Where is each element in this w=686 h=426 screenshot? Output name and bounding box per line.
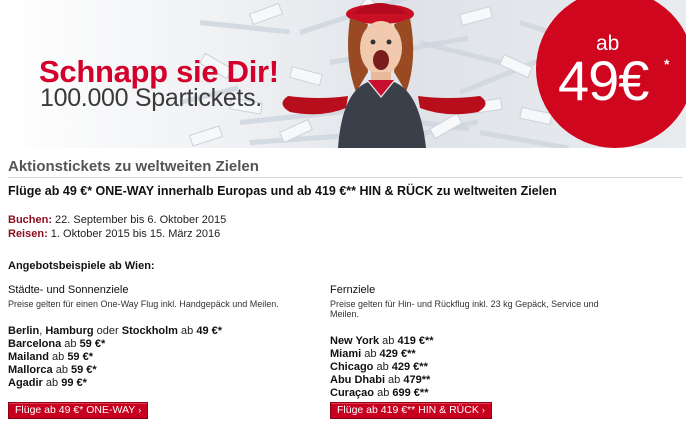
column-title: Fernziele xyxy=(330,284,376,296)
travel-period: Reisen: 1. Oktober 2015 bis 15. März 201… xyxy=(8,227,226,241)
button-label: Flüge ab 419 €** HIN & RÜCK xyxy=(337,404,479,416)
travel-value: 1. Oktober 2015 bis 15. März 2016 xyxy=(47,228,221,240)
offer-item[interactable]: Barcelona ab 59 €* xyxy=(8,338,308,351)
ab-text: ab xyxy=(379,335,398,347)
price-badge: ab 49€ * xyxy=(536,0,686,148)
ab-text: ab xyxy=(61,338,80,350)
offer-price: 429 €** xyxy=(391,361,428,373)
destination-city: Hamburg xyxy=(45,325,94,337)
button-label: Flüge ab 49 €* ONE-WAY xyxy=(15,404,136,416)
ab-text: ab xyxy=(373,361,392,373)
offer-price: 479** xyxy=(403,374,431,386)
ab-text: ab xyxy=(361,348,380,360)
destination-city: Stockholm xyxy=(121,325,178,337)
banner-subline: 100.000 Spartickets. xyxy=(40,84,262,112)
offer-price: 419 €** xyxy=(397,335,434,347)
offer-price: 699 €** xyxy=(392,387,429,399)
offer-price: 59 €* xyxy=(79,338,106,350)
banner-model-image xyxy=(282,3,486,148)
booking-period: Buchen: 22. September bis 6. Oktober 201… xyxy=(8,213,226,227)
separator-text: oder xyxy=(93,325,122,337)
offer-item[interactable]: Abu Dhabi ab 479** xyxy=(330,374,630,387)
offer-item[interactable]: Chicago ab 429 €** xyxy=(330,361,630,374)
price-badge-value: 49€ xyxy=(558,49,649,112)
ab-text: ab xyxy=(177,325,197,337)
ab-text: ab xyxy=(52,364,71,376)
destination-city: Abu Dhabi xyxy=(330,374,385,386)
chevron-right-icon: › xyxy=(481,405,485,415)
promo-banner[interactable]: Schnapp sie Dir! 100.000 Spartickets. ab… xyxy=(0,0,686,148)
destination-city: Mallorca xyxy=(8,364,53,376)
long-haul-destinations-column: Fernziele Preise gelten für Hin- und Rüc… xyxy=(330,284,630,400)
examples-heading: Angebotsbeispiele ab Wien: xyxy=(8,260,155,272)
destination-city: Barcelona xyxy=(8,338,62,350)
offer-subheading: Flüge ab 49 €* ONE-WAY innerhalb Europas… xyxy=(8,184,557,198)
column-price-note: Preise gelten für Hin- und Rückflug inkl… xyxy=(330,299,599,319)
booking-label: Buchen: xyxy=(8,214,52,226)
booking-value: 22. September bis 6. Oktober 2015 xyxy=(52,214,227,226)
destination-city: New York xyxy=(330,335,380,347)
column-price-note: Preise gelten für einen One-Way Flug ink… xyxy=(8,299,279,309)
column-title: Städte- und Sonnenziele xyxy=(8,284,129,296)
destination-city: Agadir xyxy=(8,377,43,389)
flying-ticket xyxy=(188,125,224,147)
destination-city: Miami xyxy=(330,348,362,360)
offer-item[interactable]: New York ab 419 €** xyxy=(330,335,630,348)
destination-city: Curaçao xyxy=(330,387,375,399)
offer-item[interactable]: Mallorca ab 59 €* xyxy=(8,364,308,377)
ab-text: ab xyxy=(385,374,404,386)
promotion-dates: Buchen: 22. September bis 6. Oktober 201… xyxy=(8,213,226,241)
title-divider xyxy=(8,177,682,178)
round-trip-flights-button[interactable]: Flüge ab 419 €** HIN & RÜCK › xyxy=(330,402,492,419)
offer-price: 99 €* xyxy=(61,377,87,389)
travel-label: Reisen: xyxy=(8,228,48,240)
chevron-right-icon: › xyxy=(138,405,142,415)
offer-price: 59 €* xyxy=(67,351,94,363)
destination-city: Mailand xyxy=(8,351,49,363)
price-badge-asterisk: * xyxy=(664,56,670,72)
offer-price: 49 €* xyxy=(196,325,223,337)
destination-city: Chicago xyxy=(330,361,374,373)
offer-item[interactable]: Curaçao ab 699 €** xyxy=(330,387,630,400)
offer-price: 59 €* xyxy=(71,364,97,376)
ab-text: ab xyxy=(48,351,68,363)
offer-price: 429 €** xyxy=(379,348,416,360)
offer-item[interactable]: Agadir ab 99 €* xyxy=(8,377,308,390)
offer-list: Berlin, Hamburg oder Stockholm ab 49 €* … xyxy=(8,325,308,390)
offer-item[interactable]: Mailand ab 59 €* xyxy=(8,351,308,364)
ab-text: ab xyxy=(374,387,393,399)
ab-text: ab xyxy=(42,377,62,389)
city-destinations-column: Städte- und Sonnenziele Preise gelten fü… xyxy=(8,284,308,390)
one-way-flights-button[interactable]: Flüge ab 49 €* ONE-WAY › xyxy=(8,402,149,419)
offer-item[interactable]: Miami ab 429 €** xyxy=(330,348,630,361)
destination-city: Berlin xyxy=(8,325,40,337)
offer-item[interactable]: Berlin, Hamburg oder Stockholm ab 49 €* xyxy=(8,325,308,338)
page-title: Aktionstickets zu weltweiten Zielen xyxy=(8,158,259,175)
offer-list: New York ab 419 €** Miami ab 429 €** Chi… xyxy=(330,335,630,400)
